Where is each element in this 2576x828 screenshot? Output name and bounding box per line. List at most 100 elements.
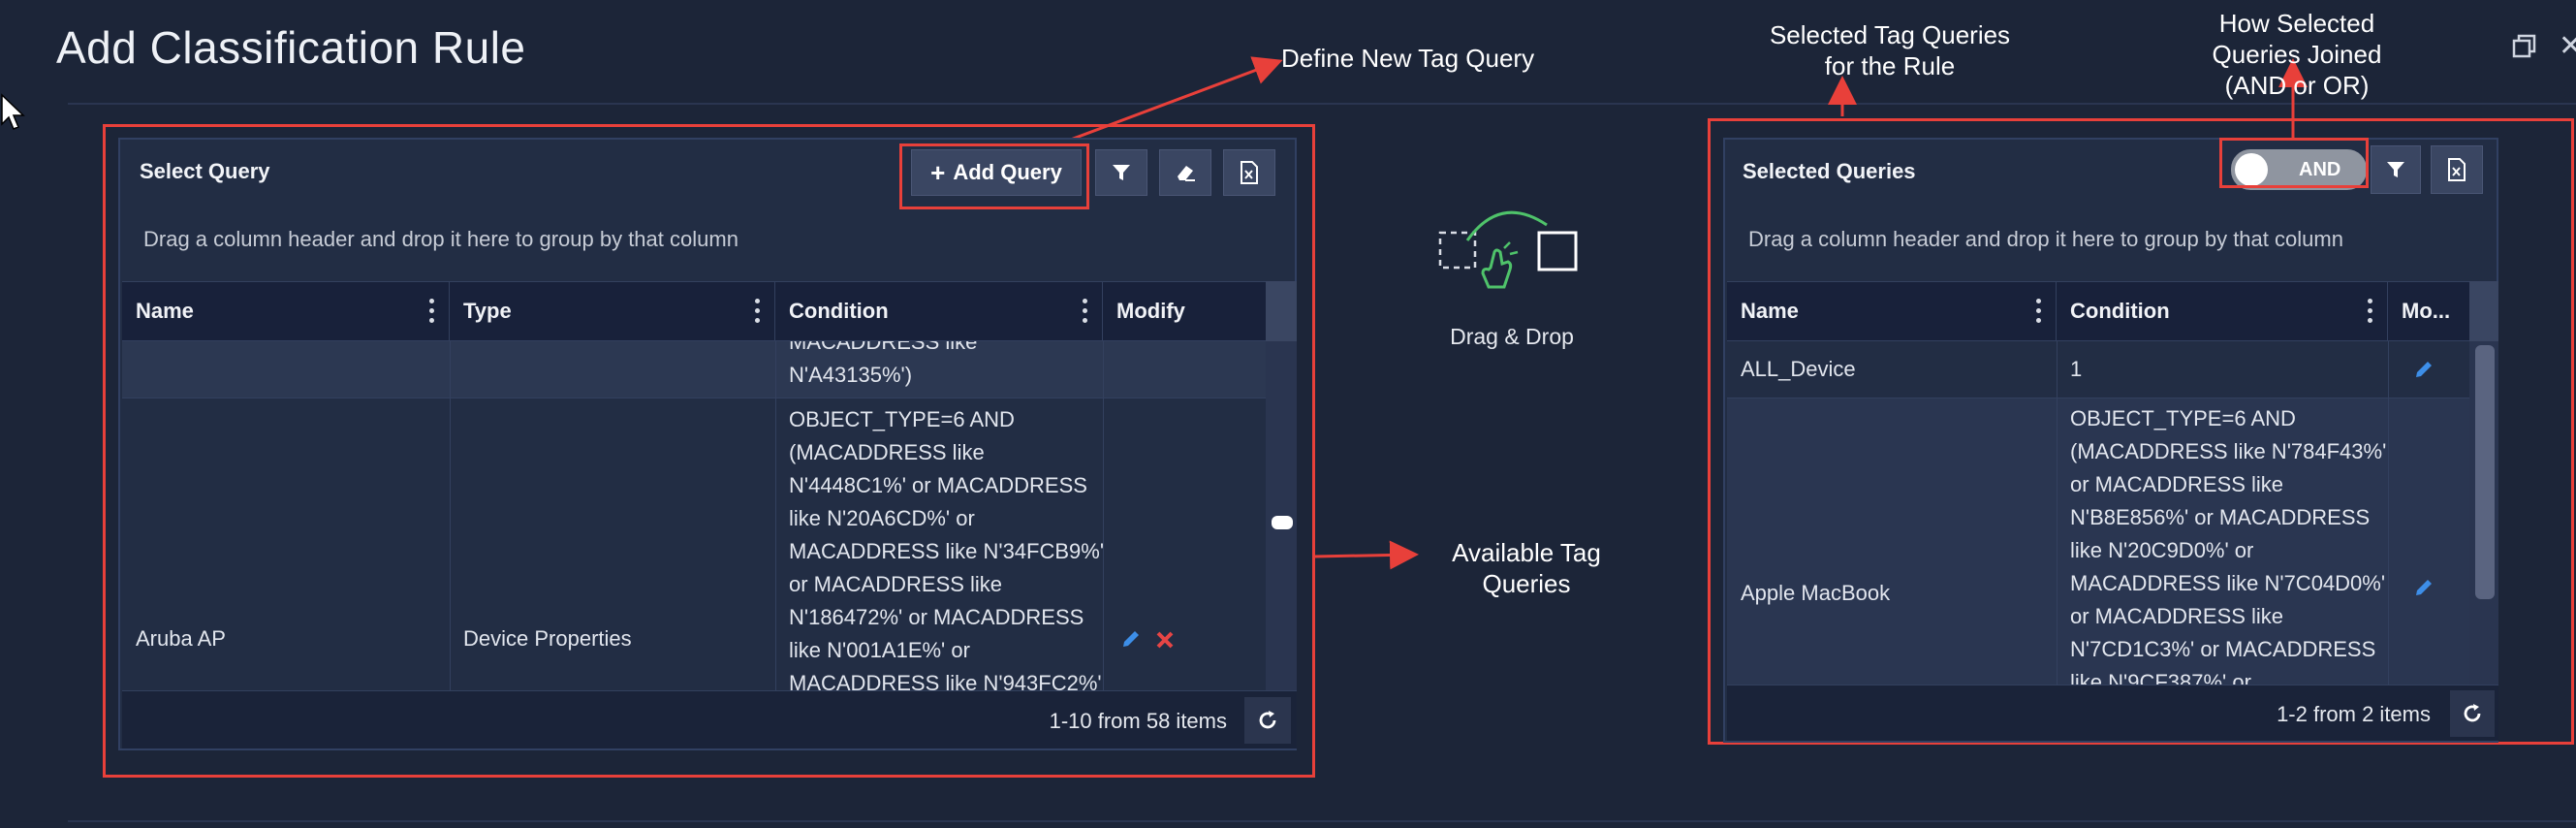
edit-pencil-icon[interactable] [2413, 577, 2435, 598]
filter-button[interactable] [2371, 145, 2421, 194]
condition-line: like N'001A1E%' or [789, 638, 970, 662]
annotation-selected-line-2: for the Rule [1824, 51, 1956, 80]
annotation-how-joined-line-2: Queries Joined [2212, 40, 2382, 69]
condition-line: N'7CD1C3%' or MACADDRESS [2070, 637, 2376, 661]
delete-x-icon[interactable] [1155, 630, 1175, 650]
edit-pencil-icon[interactable] [2413, 359, 2435, 380]
column-separator [1103, 341, 1104, 690]
annotation-how-joined-line-3: (AND or OR) [2224, 71, 2370, 100]
scroll-up-area[interactable] [2469, 281, 2498, 341]
selected-queries-title: Selected Queries [1743, 159, 1916, 183]
filter-button[interactable] [1095, 149, 1147, 196]
condition-line: N'186472%' or MACADDRESS [789, 605, 1084, 629]
arrow-available-queries [1313, 540, 1419, 570]
drag-drop-icon [1438, 210, 1578, 289]
refresh-icon [2464, 704, 2481, 722]
scrollbar-thumb[interactable] [1272, 516, 1293, 529]
annotation-selected-line-1: Selected Tag Queries [1769, 20, 2011, 49]
export-excel-button[interactable] [1223, 149, 1275, 196]
column-header-type[interactable]: Type [450, 282, 775, 340]
condition-cell: OBJECT_TYPE=6 AND (MACADDRESS like N'444… [789, 403, 1104, 690]
condition-line: or MACADDRESS like [2070, 604, 2284, 628]
column-header-condition[interactable]: Condition [2057, 282, 2388, 340]
table-row[interactable]: ALL_Device 1 [1727, 341, 2473, 398]
eraser-icon [1178, 166, 1195, 181]
condition-line: OBJECT_TYPE=6 AND [2070, 406, 2296, 430]
vertical-scrollbar[interactable] [2469, 281, 2498, 685]
select-query-pager: 1-10 from 58 items [122, 690, 1297, 748]
column-type-label: Type [463, 299, 512, 323]
annotation-how-joined: How Selected Queries Joined (AND or OR) [2161, 8, 2433, 101]
condition-line: or MACADDRESS like [2070, 472, 2284, 496]
annotation-available-queries: Available Tag Queries [1415, 537, 1638, 599]
column-modify-label: Mo... [2402, 299, 2451, 323]
refresh-button[interactable] [1244, 697, 1291, 744]
name-cell: Aruba AP [136, 626, 226, 651]
condition-line: MACADDRESS like N'34FCB9%' [789, 539, 1105, 563]
column-header-modify[interactable]: Mo... [2388, 282, 2473, 340]
excel-export-icon [1241, 161, 1258, 184]
column-modify-label: Modify [1116, 299, 1185, 323]
column-header-condition[interactable]: Condition [775, 282, 1103, 340]
column-header-name[interactable]: Name [122, 282, 450, 340]
condition-cell: MACADDRESS like N'A43135%') [789, 341, 977, 392]
condition-line: like N'20C9D0%' or [2070, 538, 2254, 562]
refresh-button[interactable] [2450, 690, 2495, 737]
column-header-modify[interactable]: Modify [1103, 282, 1275, 340]
condition-line: MACADDRESS like [789, 341, 978, 354]
column-condition-label: Condition [789, 299, 889, 323]
condition-line: (MACADDRESS like [789, 440, 985, 464]
annotation-available-line-2: Queries [1482, 569, 1571, 598]
condition-cell: 1 [2070, 357, 2083, 381]
condition-line: like N'9CF387%' or [2070, 670, 2251, 685]
filter-icon [1113, 165, 1130, 180]
type-cell: Device Properties [463, 626, 632, 651]
column-menu-icon[interactable] [2368, 299, 2373, 324]
column-separator [2057, 341, 2058, 685]
scrollbar-thumb[interactable] [2475, 345, 2495, 599]
pager-status: 1-2 from 2 items [2277, 702, 2431, 726]
group-by-hint: Drag a column header and drop it here to… [1748, 227, 2343, 251]
column-menu-icon[interactable] [2036, 299, 2042, 324]
condition-cell: OBJECT_TYPE=6 AND (MACADDRESS like N'784… [2070, 402, 2386, 685]
selected-grid-header: Name Condition Mo... [1727, 281, 2473, 341]
scroll-up-area[interactable] [1266, 281, 1297, 341]
edit-pencil-icon[interactable] [1120, 628, 1142, 650]
condition-line: N'A43135%') [789, 363, 913, 387]
column-separator [775, 341, 776, 690]
name-cell: ALL_Device [1741, 357, 1856, 381]
column-menu-icon[interactable] [429, 299, 435, 324]
vertical-scrollbar[interactable] [1266, 281, 1297, 690]
selected-pager: 1-2 from 2 items [1727, 685, 2498, 741]
column-menu-icon[interactable] [755, 299, 761, 324]
annotation-selected-for-rule: Selected Tag Queries for the Rule [1735, 19, 2045, 81]
table-row[interactable]: Apple MacBook OBJECT_TYPE=6 AND (MACADDR… [1727, 398, 2473, 685]
join-toggle-highlight [2219, 138, 2369, 188]
add-query-highlight [899, 143, 1089, 209]
filter-icon [2387, 162, 2404, 177]
annotation-define-new-query: Define New Tag Query [1281, 44, 1535, 73]
condition-line: like N'20A6CD%' or [789, 506, 975, 530]
refresh-icon [1259, 711, 1276, 729]
column-separator [2388, 341, 2389, 685]
condition-line: MACADDRESS like N'943FC2%' [789, 671, 1102, 690]
column-separator [450, 341, 451, 690]
condition-line: N'B8E856%' or MACADDRESS [2070, 505, 2371, 529]
select-query-title: Select Query [140, 159, 270, 183]
selected-queries-panel: Selected Queries AND Drag a column heade… [1723, 138, 2498, 743]
clear-filter-button[interactable] [1159, 149, 1211, 196]
column-menu-icon[interactable] [1083, 299, 1088, 324]
column-header-name[interactable]: Name [1727, 282, 2057, 340]
column-condition-label: Condition [2070, 299, 2170, 323]
excel-export-icon [2448, 158, 2466, 181]
condition-line: (MACADDRESS like N'784F43%' [2070, 439, 2387, 463]
condition-line: N'4448C1%' or MACADDRESS [789, 473, 1087, 497]
select-query-grid-body: MACADDRESS like N'A43135%') Aruba AP Dev… [122, 341, 1275, 690]
column-name-label: Name [136, 299, 194, 323]
condition-line: or MACADDRESS like [789, 572, 1003, 596]
pager-status: 1-10 from 58 items [1049, 709, 1227, 733]
annotation-how-joined-line-1: How Selected [2218, 9, 2375, 38]
column-name-label: Name [1741, 299, 1799, 323]
select-query-panel: Select Query + Add Query Drag a column h… [118, 138, 1297, 750]
export-excel-button[interactable] [2431, 145, 2483, 194]
